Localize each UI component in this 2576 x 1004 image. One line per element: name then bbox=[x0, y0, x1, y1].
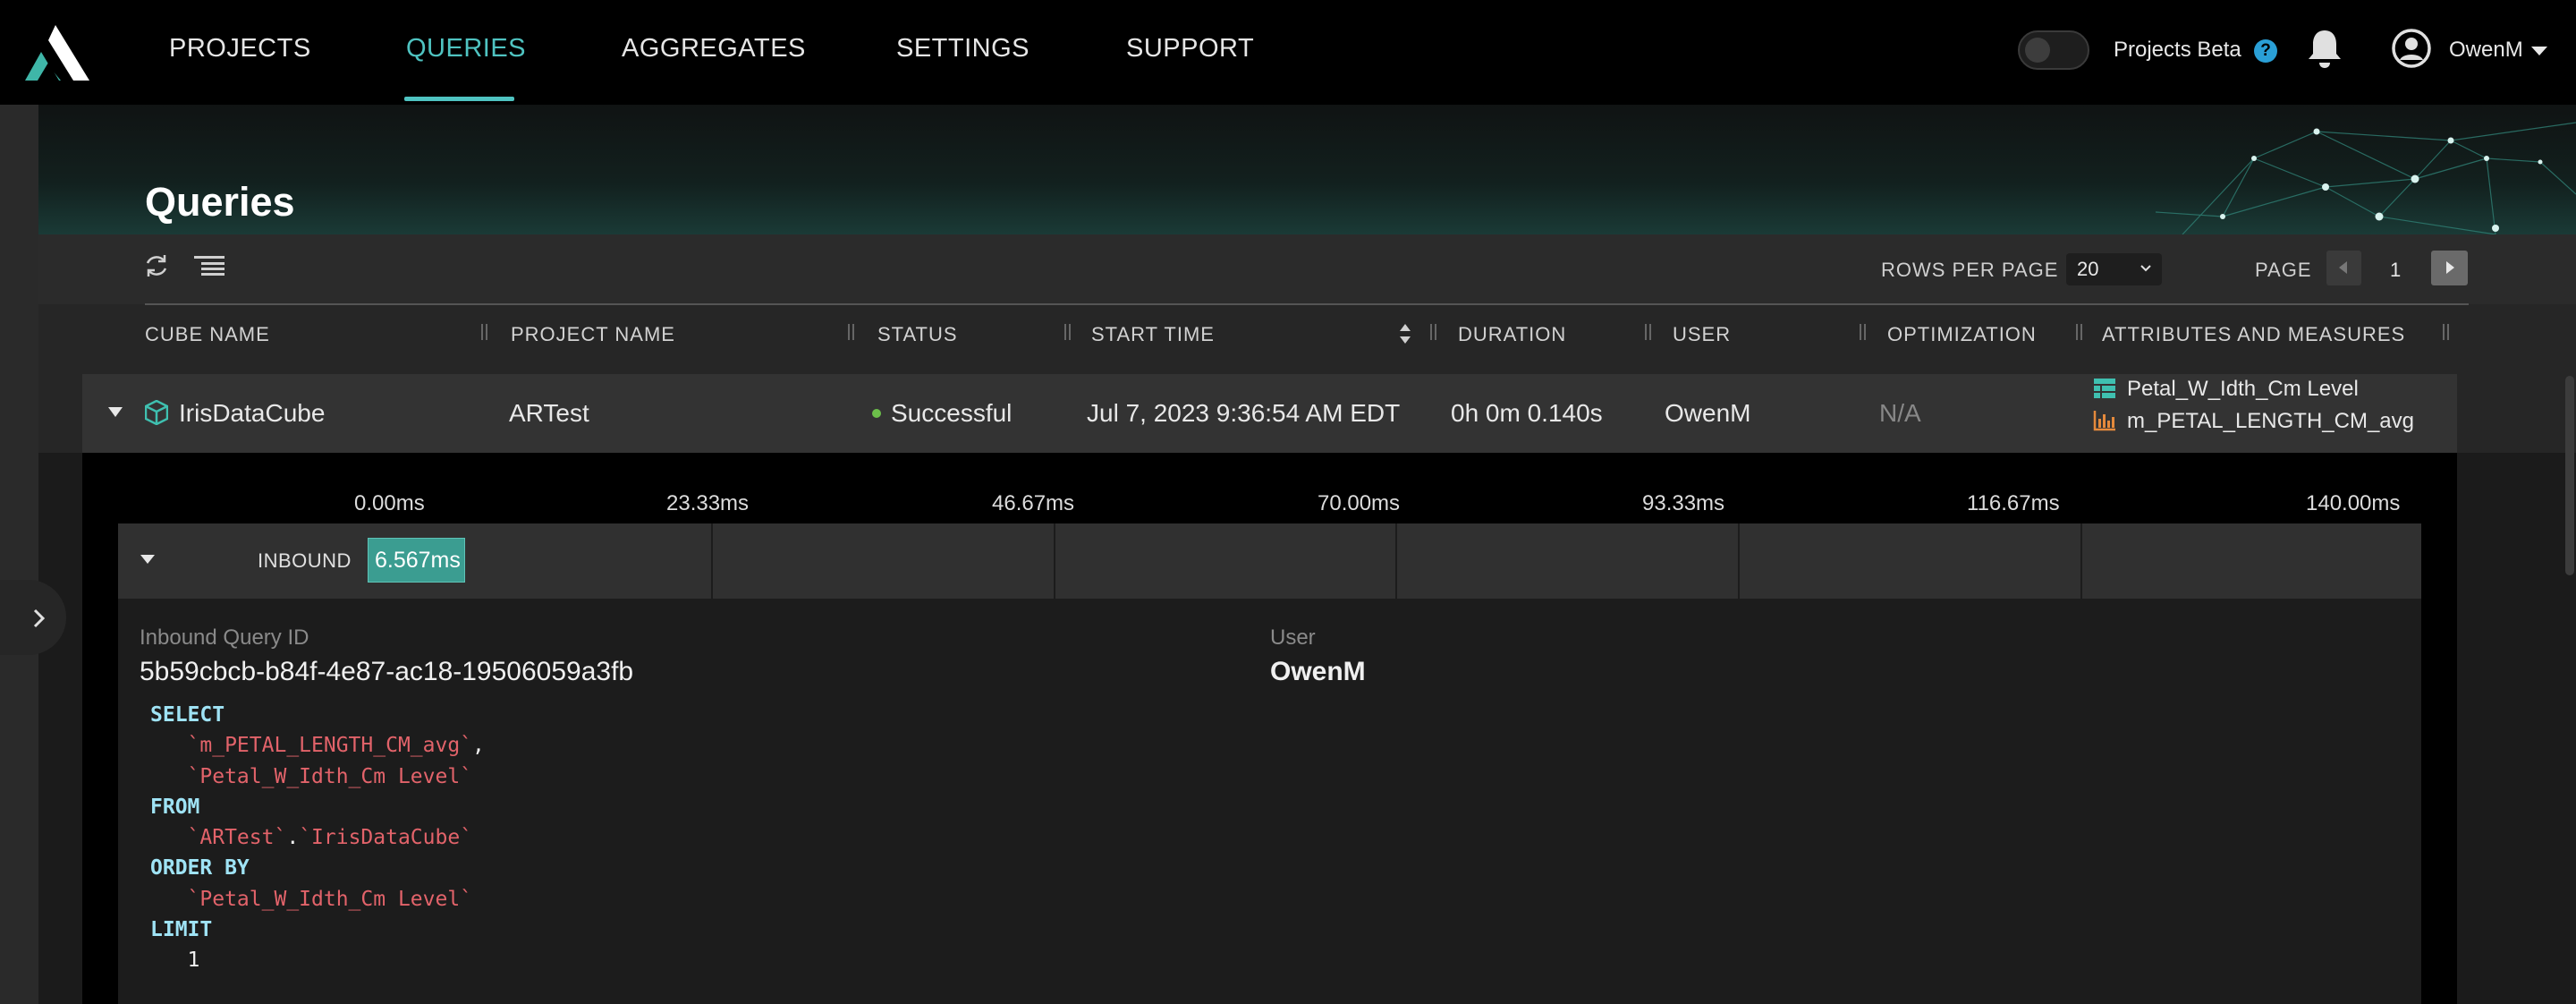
nav-projects[interactable]: PROJECTS bbox=[169, 34, 311, 64]
header-divider bbox=[145, 303, 2469, 305]
col-resize-handle[interactable] bbox=[480, 324, 489, 340]
refresh-icon[interactable] bbox=[143, 252, 170, 279]
cell-start-time: Jul 7, 2023 9:36:54 AM EDT bbox=[1087, 399, 1401, 427]
sql-identifier: `Petal_W_Idth_Cm Level` bbox=[187, 887, 473, 911]
col-attributes-and-measures[interactable]: ATTRIBUTES AND MEASURES bbox=[2102, 323, 2405, 346]
nav-settings[interactable]: SETTINGS bbox=[896, 34, 1030, 64]
network-graphic bbox=[2155, 122, 2576, 234]
timeline-collapse-caret-icon[interactable] bbox=[140, 555, 155, 564]
measure-chart-icon bbox=[2093, 411, 2115, 431]
timeline-tick: 70.00ms bbox=[1318, 491, 1401, 515]
cube-icon bbox=[145, 400, 168, 425]
help-icon[interactable]: ? bbox=[2254, 39, 2277, 63]
cell-cube-name: IrisDataCube bbox=[179, 399, 326, 427]
cell-status: Successful bbox=[891, 399, 1013, 427]
projects-beta-label: Projects Beta bbox=[2114, 38, 2241, 62]
col-user[interactable]: USER bbox=[1673, 323, 1731, 346]
table-level-icon bbox=[2094, 379, 2115, 398]
cell-user: OwenM bbox=[1665, 399, 1751, 427]
measure-item: m_PETAL_LENGTH_CM_avg bbox=[2127, 409, 2414, 433]
sql-identifier: `Petal_W_Idth_Cm Level` bbox=[187, 764, 473, 788]
row-collapse-caret-icon[interactable] bbox=[108, 407, 123, 417]
nav-aggregates[interactable]: AGGREGATES bbox=[622, 34, 806, 64]
col-optimization[interactable]: OPTIMIZATION bbox=[1887, 323, 2037, 346]
col-resize-handle[interactable] bbox=[1063, 324, 1072, 340]
timeline-gridline bbox=[711, 523, 713, 599]
rows-per-page-label: ROWS PER PAGE bbox=[1881, 259, 2059, 281]
col-resize-handle[interactable] bbox=[2075, 324, 2084, 340]
nav-queries[interactable]: QUERIES bbox=[406, 34, 526, 64]
col-resize-handle[interactable] bbox=[1644, 324, 1653, 340]
nav-support[interactable]: SUPPORT bbox=[1126, 34, 1254, 64]
next-page-button[interactable] bbox=[2431, 251, 2468, 285]
col-resize-handle[interactable] bbox=[2442, 324, 2451, 340]
page-title: Queries bbox=[145, 179, 295, 225]
sql-keyword: ORDER BY bbox=[150, 856, 250, 881]
user-menu-name[interactable]: OwenM bbox=[2449, 38, 2523, 63]
col-resize-handle[interactable] bbox=[1429, 324, 1438, 340]
timeline-tick: 0.00ms bbox=[354, 491, 425, 515]
columns-icon[interactable] bbox=[194, 252, 225, 279]
table-toolbar bbox=[38, 234, 2576, 304]
col-duration[interactable]: DURATION bbox=[1458, 323, 1566, 346]
sql-identifier: `m_PETAL_LENGTH_CM_avg` bbox=[187, 734, 473, 758]
timeline-gridline bbox=[1054, 523, 1055, 599]
prev-page-button[interactable] bbox=[2326, 251, 2361, 285]
detail-user-value: OwenM bbox=[1270, 657, 1366, 686]
logo-icon[interactable] bbox=[25, 25, 89, 81]
timeline-tick: 23.33ms bbox=[666, 491, 750, 515]
detail-user-label: User bbox=[1270, 625, 1316, 650]
page-header-banner bbox=[38, 105, 2576, 234]
timeline-phase-label: INBOUND bbox=[258, 549, 352, 572]
col-status[interactable]: STATUS bbox=[877, 323, 958, 346]
bell-icon[interactable] bbox=[2305, 27, 2344, 70]
nav-active-indicator bbox=[404, 97, 514, 101]
col-resize-handle[interactable] bbox=[847, 324, 856, 340]
avatar-icon[interactable] bbox=[2392, 29, 2431, 68]
sql-keyword: SELECT bbox=[150, 703, 225, 727]
timeline-gridline bbox=[1738, 523, 1740, 599]
page-scrollbar[interactable] bbox=[2565, 376, 2574, 575]
timeline-tick: 46.67ms bbox=[992, 491, 1075, 515]
timeline-phase-duration: 6.567ms bbox=[375, 548, 461, 573]
cell-project-name: ARTest bbox=[509, 399, 589, 427]
sql-keyword: FROM bbox=[150, 795, 200, 819]
toggle-knob bbox=[2025, 38, 2050, 63]
sort-icon[interactable] bbox=[1398, 322, 1412, 345]
cell-optimization: N/A bbox=[1879, 399, 1921, 427]
col-resize-handle[interactable] bbox=[1859, 324, 1868, 340]
attribute-item: Petal_W_Idth_Cm Level bbox=[2127, 377, 2359, 401]
cell-duration: 0h 0m 0.140s bbox=[1451, 399, 1603, 427]
projects-beta-toggle[interactable] bbox=[2018, 30, 2089, 70]
sql-identifier: `ARTest` bbox=[187, 826, 287, 850]
status-dot-icon bbox=[872, 409, 881, 418]
query-id-label: Inbound Query ID bbox=[140, 625, 309, 650]
timeline-gridline bbox=[1395, 523, 1397, 599]
sql-query-block: SELECT `m_PETAL_LENGTH_CM_avg`, `Petal_W… bbox=[150, 700, 485, 976]
sql-punctuation: . bbox=[286, 826, 300, 850]
page-number: 1 bbox=[2390, 259, 2402, 281]
next-arrow-icon bbox=[2446, 261, 2454, 274]
chevron-down-icon bbox=[2140, 265, 2151, 272]
timeline-tick: 93.33ms bbox=[1642, 491, 1725, 515]
sql-identifier: `IrisDataCube` bbox=[299, 826, 473, 850]
prev-arrow-icon bbox=[2339, 261, 2347, 274]
chevron-right-icon bbox=[33, 608, 46, 628]
col-project-name[interactable]: PROJECT NAME bbox=[511, 323, 675, 346]
caret-down-icon[interactable] bbox=[2531, 47, 2547, 55]
col-start-time[interactable]: START TIME bbox=[1091, 323, 1215, 346]
timeline-gridline bbox=[2080, 523, 2082, 599]
left-rail bbox=[0, 105, 38, 1004]
timeline-tick: 116.67ms bbox=[1967, 491, 2060, 515]
sql-literal: 1 bbox=[187, 949, 200, 973]
timeline-tick: 140.00ms bbox=[2306, 491, 2401, 515]
page-label: PAGE bbox=[2255, 259, 2312, 281]
sql-keyword: LIMIT bbox=[150, 918, 213, 942]
sql-punctuation: , bbox=[472, 734, 485, 758]
query-id-value: 5b59cbcb-b84f-4e87-ac18-19506059a3fb bbox=[140, 657, 634, 686]
col-cube-name[interactable]: CUBE NAME bbox=[145, 323, 270, 346]
